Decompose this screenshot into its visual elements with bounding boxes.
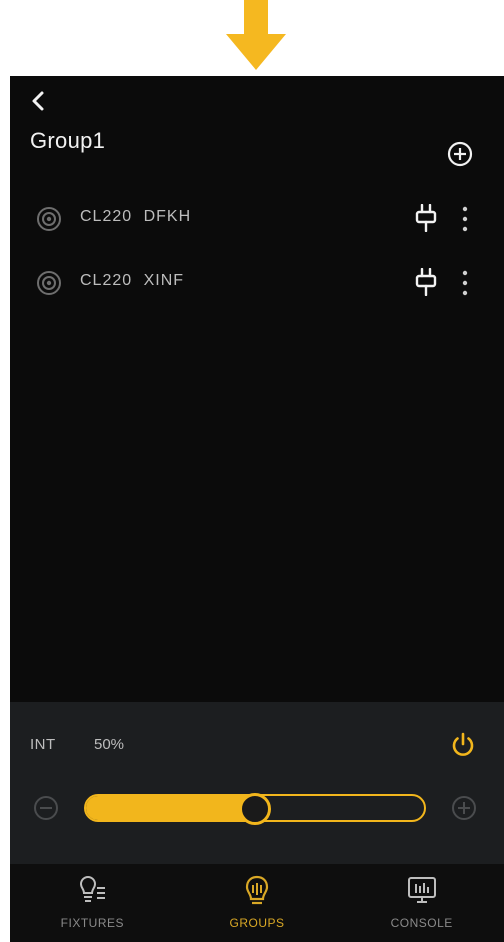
tab-label: CONSOLE [390, 916, 453, 930]
fixture-list: CL220 DFKH CL220 XINF [10, 188, 504, 316]
tab-groups[interactable]: GROUPS [175, 864, 340, 942]
down-arrow-icon [226, 0, 286, 70]
plus-circle-icon[interactable] [450, 794, 478, 822]
tab-label: GROUPS [229, 916, 285, 930]
back-chevron-icon[interactable] [28, 90, 50, 112]
tab-fixtures[interactable]: FIXTURES [10, 864, 175, 942]
plug-icon [415, 268, 437, 296]
fixture-name: CL220 XINF [80, 272, 185, 289]
minus-circle-icon[interactable] [32, 794, 60, 822]
group-bulb-icon [245, 875, 269, 905]
page-title: Group1 [30, 128, 106, 153]
bulb-list-icon [80, 875, 106, 902]
intensity-value: 50% [94, 736, 125, 753]
fixture-row[interactable]: CL220 DFKH [10, 188, 504, 252]
fixture-name: CL220 DFKH [80, 208, 192, 225]
console-monitor-icon [407, 877, 436, 903]
bottom-nav: FIXTURES GROUPS CONSOLE [10, 864, 504, 942]
add-circle-icon[interactable] [446, 140, 474, 168]
target-icon [37, 271, 61, 295]
slider-fill [86, 796, 255, 820]
app-screen: Group1 CL220 DFKH CL220 XINF INT 50% FIX… [10, 76, 504, 942]
tab-console[interactable]: CONSOLE [339, 864, 504, 942]
intensity-label: INT [30, 736, 56, 753]
intensity-panel: INT 50% [10, 702, 504, 864]
intensity-slider[interactable] [84, 793, 426, 825]
target-icon [37, 207, 61, 231]
power-icon[interactable] [450, 732, 476, 758]
slider-thumb[interactable] [239, 793, 271, 825]
tab-label: FIXTURES [60, 916, 124, 930]
more-vertical-icon[interactable] [458, 204, 472, 234]
fixture-row[interactable]: CL220 XINF [10, 252, 504, 316]
more-vertical-icon[interactable] [458, 268, 472, 298]
annotation-area [0, 0, 504, 76]
plug-icon [415, 204, 437, 232]
